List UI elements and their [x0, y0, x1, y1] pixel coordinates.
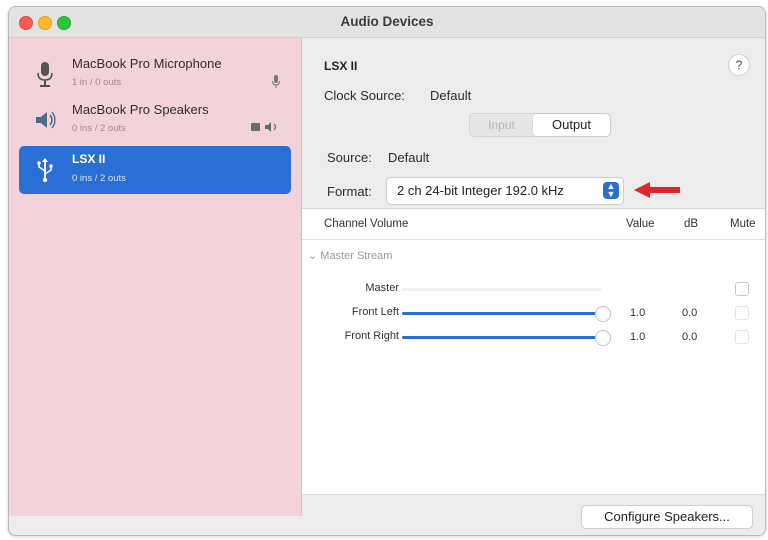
format-value: 2 ch 24-bit Integer 192.0 kHz: [397, 183, 564, 198]
device-name: LSX II: [72, 152, 106, 166]
device-io: 0 ins / 2 outs: [72, 123, 126, 134]
window-title: Audio Devices: [340, 14, 434, 29]
detail-footer: Configure Speakers...: [302, 494, 765, 535]
volume-slider[interactable]: [402, 306, 611, 322]
source-value[interactable]: Default: [388, 150, 429, 165]
device-list-sidebar: MacBook Pro Microphone 1 in / 0 outs Mac…: [9, 38, 302, 516]
group-label: Master Stream: [320, 250, 393, 262]
channel-db: 0.0: [682, 331, 698, 343]
device-name: MacBook Pro Microphone: [72, 56, 222, 71]
tab-output[interactable]: Output: [533, 114, 610, 136]
volume-slider[interactable]: [402, 330, 611, 346]
input-output-tabs: Input Output: [469, 113, 611, 137]
master-stream-group[interactable]: ⌄ Master Stream: [308, 249, 392, 262]
channel-label: Front Right: [344, 330, 399, 342]
mute-checkbox[interactable]: [735, 330, 749, 344]
channel-label: Master: [365, 282, 399, 294]
device-title: LSX II: [324, 59, 358, 73]
channel-value: 1.0: [630, 331, 646, 343]
slider-knob[interactable]: [595, 306, 611, 322]
slider-fill: [402, 312, 602, 315]
channel-db: 0.0: [682, 307, 698, 319]
select-chevron-icon: ▲ ▼: [603, 182, 619, 199]
device-item-lsx-ii[interactable]: LSX II 0 ins / 2 outs: [19, 146, 291, 194]
table-row: Master: [302, 279, 765, 301]
column-header-mute: Mute: [730, 218, 756, 230]
device-item-microphone[interactable]: MacBook Pro Microphone 1 in / 0 outs: [19, 50, 291, 98]
device-item-speakers[interactable]: MacBook Pro Speakers 0 ins / 2 outs: [19, 96, 291, 144]
mute-checkbox[interactable]: [735, 306, 749, 320]
title-bar: Audio Devices: [9, 7, 765, 38]
clock-source-value[interactable]: Default: [430, 88, 471, 103]
source-label: Source:: [327, 150, 372, 165]
channel-value: 1.0: [630, 307, 646, 319]
device-name: MacBook Pro Speakers: [72, 102, 209, 117]
usb-icon: [37, 158, 53, 183]
speaker-icon: [36, 111, 56, 129]
microphone-small-icon: [272, 75, 280, 88]
table-header: Channel Volume Value dB Mute: [302, 209, 765, 240]
speaker-small-icon: [251, 122, 277, 132]
channel-label: Front Left: [351, 306, 399, 318]
clock-source-label: Clock Source:: [324, 88, 405, 103]
microphone-icon: [37, 62, 53, 87]
mute-checkbox[interactable]: [735, 282, 749, 296]
table-row: Front Left 1.0 0.0: [302, 303, 765, 325]
volume-slider-disabled: [402, 288, 602, 291]
help-button[interactable]: ?: [728, 54, 750, 76]
column-header-db: dB: [684, 218, 699, 230]
column-header-channel: Channel Volume: [324, 218, 409, 230]
slider-knob[interactable]: [595, 330, 611, 346]
annotation-arrow-icon: [634, 182, 680, 198]
tab-input[interactable]: Input: [470, 114, 533, 136]
device-io: 0 ins / 2 outs: [72, 173, 126, 184]
configure-speakers-button[interactable]: Configure Speakers...: [581, 505, 753, 529]
table-row: Front Right 1.0 0.0: [302, 327, 765, 349]
slider-fill: [402, 336, 602, 339]
channel-volume-table: Channel Volume Value dB Mute ⌄ Master St…: [302, 208, 765, 495]
column-header-value: Value: [626, 218, 655, 230]
device-detail-panel: LSX II ? Clock Source: Default Input Out…: [302, 38, 765, 535]
device-io: 1 in / 0 outs: [72, 77, 122, 88]
format-label: Format:: [327, 184, 372, 199]
format-select[interactable]: 2 ch 24-bit Integer 192.0 kHz ▲ ▼: [386, 177, 624, 205]
audio-devices-window: Audio Devices MacBook Pro Microphone 1 i…: [8, 6, 766, 536]
